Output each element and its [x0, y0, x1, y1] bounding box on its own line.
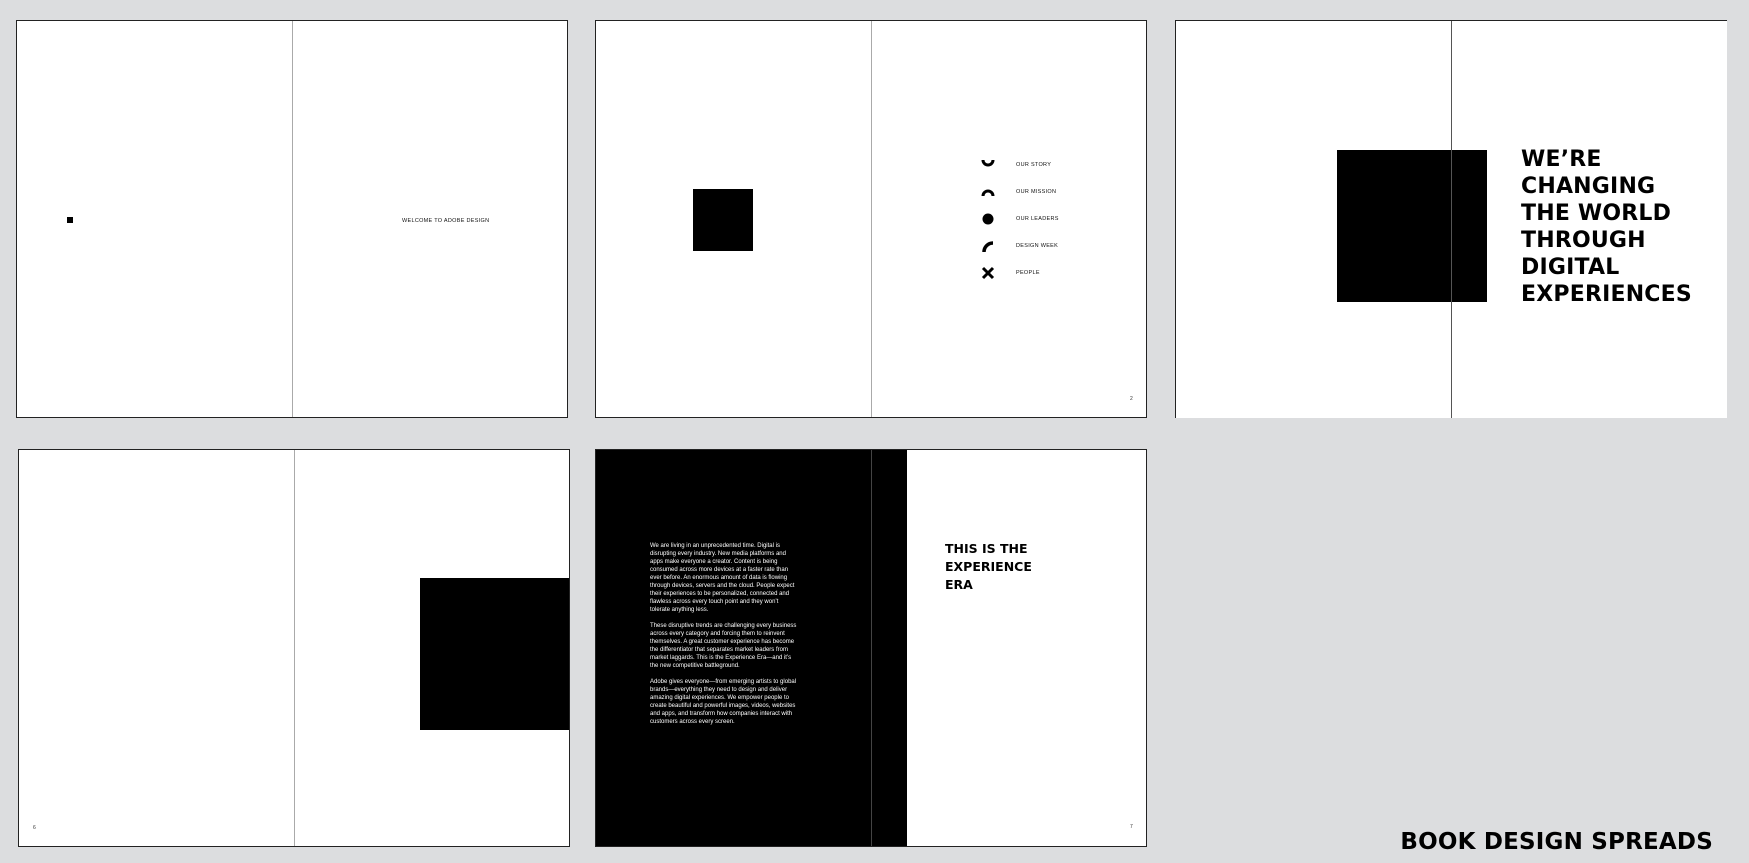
era-heading: THIS IS THE EXPERIENCE ERA: [945, 540, 1032, 594]
menu-label: DESIGN WEEK: [1016, 243, 1059, 249]
menu-item-our-leaders[interactable]: OUR LEADERS: [980, 212, 1058, 226]
menu-item-design-week[interactable]: DESIGN WEEK: [980, 239, 1058, 253]
heading-line: EXPERIENCE: [945, 559, 1032, 574]
menu-item-people[interactable]: PEOPLE: [980, 266, 1040, 280]
spread-menu: OUR STORY OUR MISSION OUR LEADERS DESIGN…: [595, 20, 1147, 418]
gutter: [871, 21, 872, 417]
headline-line: WE’RE: [1521, 147, 1602, 172]
black-square: [1337, 150, 1487, 302]
spread-welcome: WELCOME TO ADOBE DESIGN: [16, 20, 568, 418]
spread-experience-era: We are living in an unprecedented time. …: [595, 449, 1147, 847]
headline-line: THROUGH: [1521, 228, 1646, 253]
welcome-text: WELCOME TO ADOBE DESIGN: [402, 218, 490, 224]
body-paragraph: Adobe gives everyone—from emerging artis…: [650, 679, 797, 725]
hero-headline: WE’RE CHANGING THE WORLD THROUGH DIGITAL…: [1521, 146, 1692, 308]
footer-title: BOOK DESIGN SPREADS: [1400, 829, 1713, 855]
body-paragraph: These disruptive trends are challenging …: [650, 623, 797, 669]
arc-top-icon: [980, 185, 996, 199]
page-number: 6: [33, 825, 36, 831]
body-paragraph: We are living in an unprecedented time. …: [650, 543, 795, 613]
spread-block: 6: [18, 449, 570, 847]
gutter: [292, 21, 293, 417]
arc-bottom-icon: [980, 158, 996, 172]
small-square: [67, 217, 73, 223]
menu-item-our-story[interactable]: OUR STORY: [980, 158, 1051, 172]
page-number: 2: [1130, 396, 1133, 402]
quarter-arc-icon: [980, 239, 996, 253]
gutter: [294, 450, 295, 846]
menu-label: OUR STORY: [1016, 162, 1052, 168]
black-rectangle: [420, 578, 569, 730]
page-number: 7: [1130, 824, 1133, 830]
spread-hero: WE’RE CHANGING THE WORLD THROUGH DIGITAL…: [1175, 20, 1727, 418]
headline-line: DIGITAL: [1521, 255, 1620, 280]
heading-line: ERA: [945, 577, 973, 592]
body-text: We are living in an unprecedented time. …: [650, 542, 800, 734]
menu-item-our-mission[interactable]: OUR MISSION: [980, 185, 1056, 199]
headline-line: THE WORLD: [1521, 201, 1672, 226]
black-square: [693, 189, 753, 251]
menu-label: PEOPLE: [1016, 270, 1040, 276]
heading-line: THIS IS THE: [945, 541, 1028, 556]
contents-menu: OUR STORY OUR MISSION OUR LEADERS DESIGN…: [980, 158, 1100, 280]
gutter: [871, 450, 872, 846]
menu-label: OUR LEADERS: [1016, 216, 1059, 222]
gutter: [1451, 21, 1452, 418]
circle-icon: [980, 212, 996, 226]
headline-line: CHANGING: [1521, 174, 1656, 199]
x-mark-icon: [980, 266, 996, 280]
headline-line: EXPERIENCES: [1521, 282, 1692, 307]
menu-label: OUR MISSION: [1016, 189, 1057, 195]
